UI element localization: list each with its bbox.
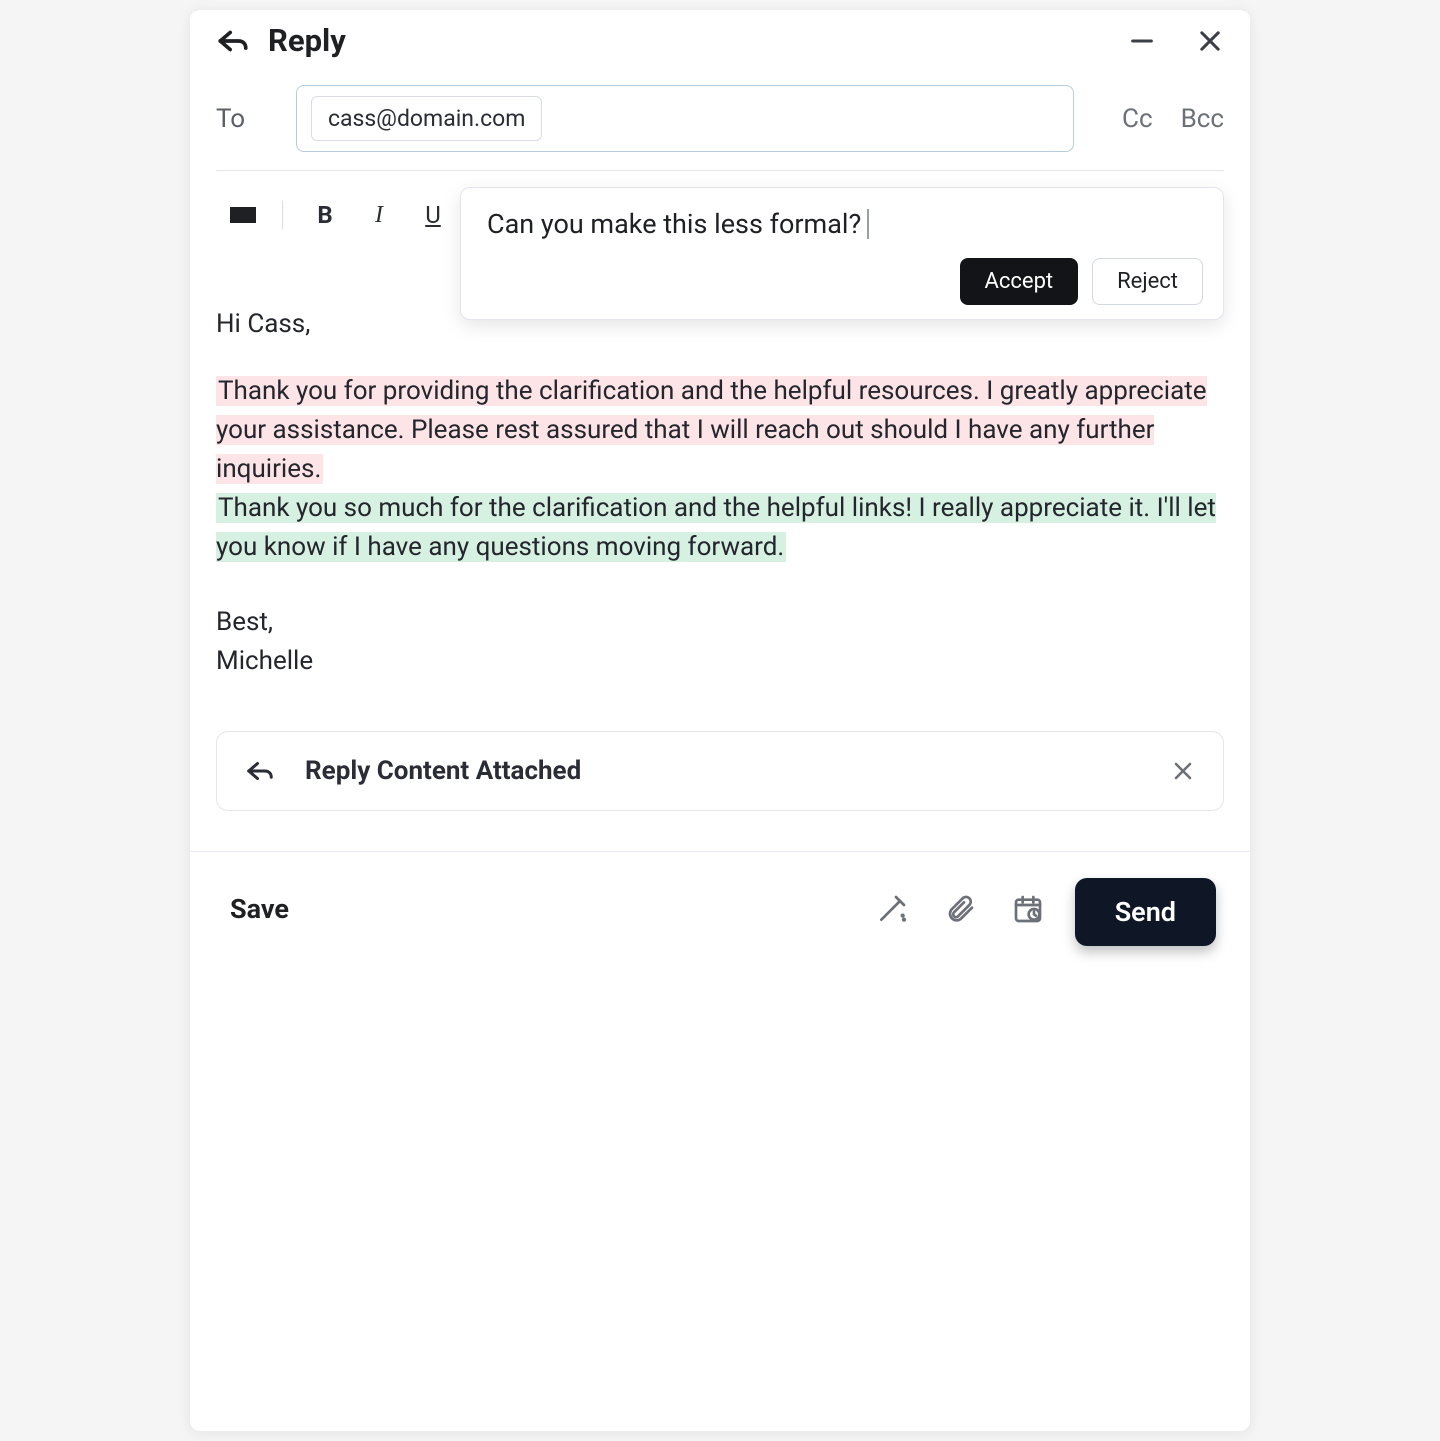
recipients-row: To cass@domain.com Cc Bcc: [190, 77, 1250, 170]
reject-button[interactable]: Reject: [1092, 258, 1203, 305]
signoff-line-1: Best,: [216, 603, 1224, 642]
email-body[interactable]: Hi Cass, Thank you for providing the cla…: [190, 277, 1250, 691]
minimize-icon[interactable]: [1128, 27, 1156, 55]
save-button[interactable]: Save: [230, 893, 289, 925]
bold-button[interactable]: B: [309, 201, 341, 229]
attachment-icon[interactable]: [943, 892, 977, 926]
footer-bar: Save: [190, 852, 1250, 952]
schedule-send-icon[interactable]: [1011, 892, 1045, 926]
italic-button[interactable]: I: [363, 202, 395, 229]
to-label: To: [216, 104, 276, 134]
ai-prompt-input[interactable]: Can you make this less formal?: [481, 206, 1203, 250]
reply-content-attached: Reply Content Attached: [216, 731, 1224, 811]
header-bar: Reply: [190, 10, 1250, 77]
reply-icon: [245, 758, 275, 784]
ai-prompt-text: Can you make this less formal?: [487, 208, 861, 240]
underline-button[interactable]: U: [417, 201, 449, 229]
text-color-swatch[interactable]: [230, 207, 256, 223]
to-field[interactable]: cass@domain.com: [296, 85, 1074, 152]
window-title: Reply: [268, 22, 346, 59]
recipient-chip[interactable]: cass@domain.com: [311, 96, 542, 141]
diff-removed-text: Thank you for providing the clarificatio…: [216, 376, 1207, 484]
format-toolbar: B I U Can you make this less formal? Acc…: [190, 171, 1250, 237]
diff-added-text: Thank you so much for the clarification …: [216, 493, 1216, 562]
cc-button[interactable]: Cc: [1122, 104, 1153, 134]
close-icon[interactable]: [1196, 27, 1224, 55]
attached-label: Reply Content Attached: [305, 756, 1141, 786]
accept-button[interactable]: Accept: [960, 258, 1079, 305]
ai-suggestion-card: Can you make this less formal? Accept Re…: [460, 187, 1224, 320]
send-button[interactable]: Send: [1075, 878, 1216, 946]
compose-window: Reply To cass@domain.com Cc Bcc B I U: [190, 10, 1250, 1431]
text-cursor: [867, 209, 869, 239]
magic-wand-icon[interactable]: [875, 892, 909, 926]
bcc-button[interactable]: Bcc: [1181, 104, 1224, 134]
remove-attachment-icon[interactable]: [1171, 759, 1195, 783]
separator: [282, 201, 283, 229]
signoff-line-2: Michelle: [216, 642, 1224, 681]
reply-back-icon[interactable]: [216, 26, 250, 56]
